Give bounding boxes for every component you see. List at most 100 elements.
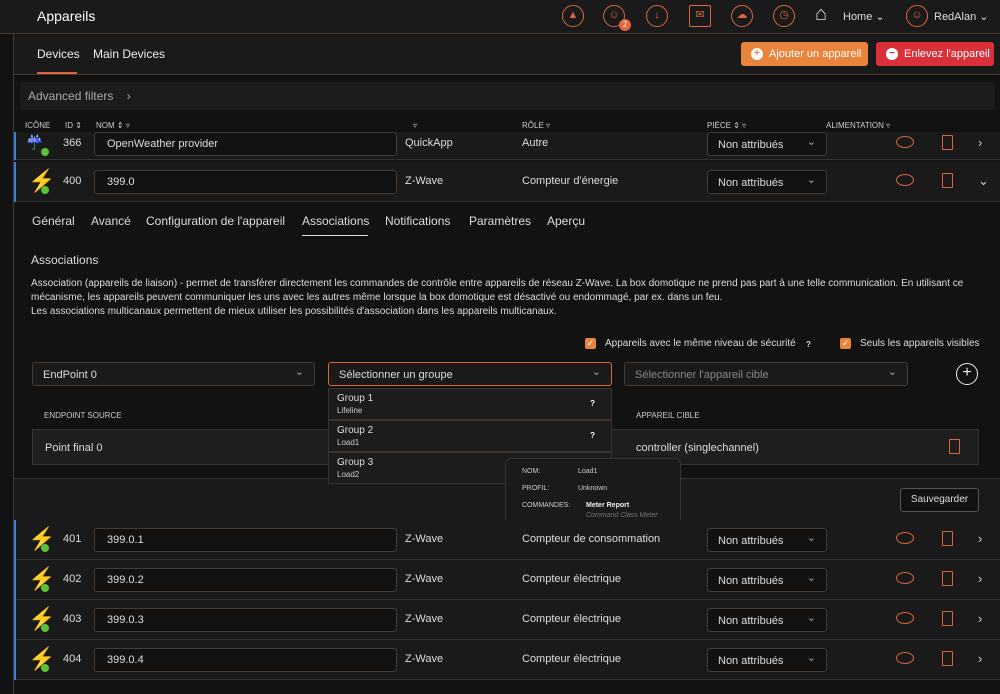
tab-advanced[interactable]: Avancé <box>91 214 131 228</box>
notification-badge: 2 <box>619 19 631 31</box>
user-icon[interactable]: ☺ <box>906 5 928 27</box>
device-role: Compteur électrique <box>522 653 622 665</box>
eye-icon[interactable] <box>896 174 914 186</box>
trash-icon[interactable] <box>942 611 953 626</box>
device-name-input[interactable]: 399.0.2 <box>94 568 397 592</box>
group-option[interactable]: Group 2 Load1? <box>328 420 612 452</box>
chevron-right-icon[interactable]: › <box>978 571 982 586</box>
group-option[interactable]: Group 1 Lifeline? <box>328 388 612 420</box>
tab-preview[interactable]: Aperçu <box>547 214 585 228</box>
visible-only-checkbox[interactable]: ✓ <box>840 338 851 349</box>
add-device-button[interactable]: + Ajouter un appareil <box>741 42 868 66</box>
col-icon: ICÔNE <box>25 121 51 130</box>
home-label: Home <box>843 11 873 23</box>
alarm-icon[interactable]: ▲ <box>562 5 584 27</box>
chevron-down-icon[interactable]: ⌄ <box>978 173 989 189</box>
eye-icon[interactable] <box>896 572 914 584</box>
download-icon[interactable]: ↓ <box>646 5 668 27</box>
room-select[interactable]: Non attribués <box>707 648 827 672</box>
filter-icon[interactable]: ▿ <box>413 121 417 130</box>
device-name-input[interactable]: OpenWeather provider <box>94 132 397 156</box>
clock-icon[interactable]: ◷ <box>773 5 795 27</box>
device-type: Z-Wave <box>405 175 444 187</box>
help-icon[interactable]: ? <box>590 399 595 408</box>
tab-main-devices[interactable]: Main Devices <box>93 47 165 61</box>
trash-icon[interactable] <box>942 135 953 150</box>
device-id: 400 <box>63 175 82 187</box>
col-role[interactable]: RÔLE ▿ <box>522 121 550 130</box>
device-role: Compteur électrique <box>522 613 622 625</box>
chevron-right-icon[interactable]: › <box>978 531 982 546</box>
top-bar: Appareils ▲ ☺ 2 ↓ ✉ ☁ ◷ ⌂ Home ⌄ ☺ RedAla… <box>0 0 1000 34</box>
group-name: Group 1 <box>337 393 374 404</box>
advanced-filters[interactable]: Advanced filters › <box>20 82 995 110</box>
tab-general[interactable]: Général <box>32 214 75 228</box>
target-device-select[interactable]: Sélectionner l'appareil cible <box>624 362 908 386</box>
device-name-input[interactable]: 399.0.1 <box>94 528 397 552</box>
eye-icon[interactable] <box>896 532 914 544</box>
table-row[interactable]: ⚡ 403 399.0.3 Z-Wave Compteur électrique… <box>14 600 1000 640</box>
eye-icon[interactable] <box>896 652 914 664</box>
device-name-input[interactable]: 399.0.4 <box>94 648 397 672</box>
trash-icon[interactable] <box>949 439 960 454</box>
device-type: Z-Wave <box>405 533 444 545</box>
col-id[interactable]: ID ⇕ <box>65 121 82 130</box>
user-menu[interactable]: RedAlan ⌄ <box>934 10 988 23</box>
device-id: 401 <box>63 533 82 545</box>
same-security-label: Appareils avec le même niveau de sécurit… <box>605 338 796 349</box>
tab-devices[interactable]: Devices <box>37 47 80 61</box>
tab-associations[interactable]: Associations <box>302 214 369 228</box>
device-name-input[interactable]: 399.0.3 <box>94 608 397 632</box>
device-name-input[interactable]: 399.0 <box>94 170 397 194</box>
help-icon[interactable]: ? <box>806 338 811 352</box>
tab-parameters[interactable]: Paramètres <box>469 214 531 228</box>
remove-device-button[interactable]: − Enlevez l'appareil <box>876 42 994 66</box>
same-security-checkbox[interactable]: ✓ <box>585 338 596 349</box>
eye-icon[interactable] <box>896 612 914 624</box>
tooltip-value: Unknown <box>578 485 608 492</box>
eye-icon[interactable] <box>896 136 914 148</box>
chevron-right-icon[interactable]: › <box>978 651 982 666</box>
tooltip-value: Meter Report <box>586 502 630 509</box>
trash-icon[interactable] <box>942 651 953 666</box>
trash-icon[interactable] <box>942 173 953 188</box>
room-select[interactable]: Non attribués <box>707 132 827 156</box>
status-ok-icon <box>41 544 49 552</box>
col-room[interactable]: PIÈCE ⇕ ▿ <box>707 121 746 130</box>
home-icon[interactable]: ⌂ <box>815 3 827 26</box>
col-power[interactable]: ALIMENTATION ▿ <box>826 121 890 130</box>
table-row[interactable]: ⚡ 400 399.0 Z-Wave Compteur d'énergie No… <box>14 162 1000 202</box>
tab-notifications[interactable]: Notifications <box>385 214 450 228</box>
group-label: Lifeline <box>337 406 363 415</box>
help-icon[interactable]: ? <box>590 431 595 440</box>
group-select[interactable]: Sélectionner un groupe <box>328 362 612 386</box>
chevron-right-icon[interactable]: › <box>978 611 982 626</box>
chevron-right-icon[interactable]: › <box>978 135 982 150</box>
room-select[interactable]: Non attribués <box>707 528 827 552</box>
table-row[interactable]: ⚡ 404 399.0.4 Z-Wave Compteur électrique… <box>14 640 1000 680</box>
table-row[interactable]: ⚡ 402 399.0.2 Z-Wave Compteur électrique… <box>14 560 1000 600</box>
trash-icon[interactable] <box>942 571 953 586</box>
trash-icon[interactable] <box>942 531 953 546</box>
status-ok-icon <box>41 664 49 672</box>
users-icon[interactable]: ☺ 2 <box>603 5 631 31</box>
col-name[interactable]: NOM ⇕ ▿ <box>96 121 130 130</box>
home-selector[interactable]: Home ⌄ <box>843 10 885 23</box>
desc-line: Association (appareils de liaison) - per… <box>31 278 964 289</box>
weather-icon[interactable]: ☁ <box>731 5 753 27</box>
status-ok-icon <box>41 584 49 592</box>
table-row[interactable]: ⚡ 401 399.0.1 Z-Wave Compteur de consomm… <box>14 520 1000 560</box>
room-select[interactable]: Non attribués <box>707 170 827 194</box>
tooltip-value-sub: Command Class Meter <box>586 512 658 519</box>
save-button[interactable]: Sauvegarder <box>900 488 979 512</box>
user-name: RedAlan <box>934 11 977 23</box>
tooltip-key: PROFIL: <box>522 485 550 492</box>
tab-configuration[interactable]: Configuration de l'appareil <box>146 214 285 228</box>
tooltip-key: COMMANDES: <box>522 502 571 509</box>
room-select[interactable]: Non attribués <box>707 568 827 592</box>
endpoint-select[interactable]: EndPoint 0 <box>32 362 315 386</box>
room-select[interactable]: Non attribués <box>707 608 827 632</box>
mail-icon[interactable]: ✉ <box>689 5 711 27</box>
device-role: Compteur d'énergie <box>522 175 619 187</box>
add-association-button[interactable]: + <box>956 363 978 385</box>
